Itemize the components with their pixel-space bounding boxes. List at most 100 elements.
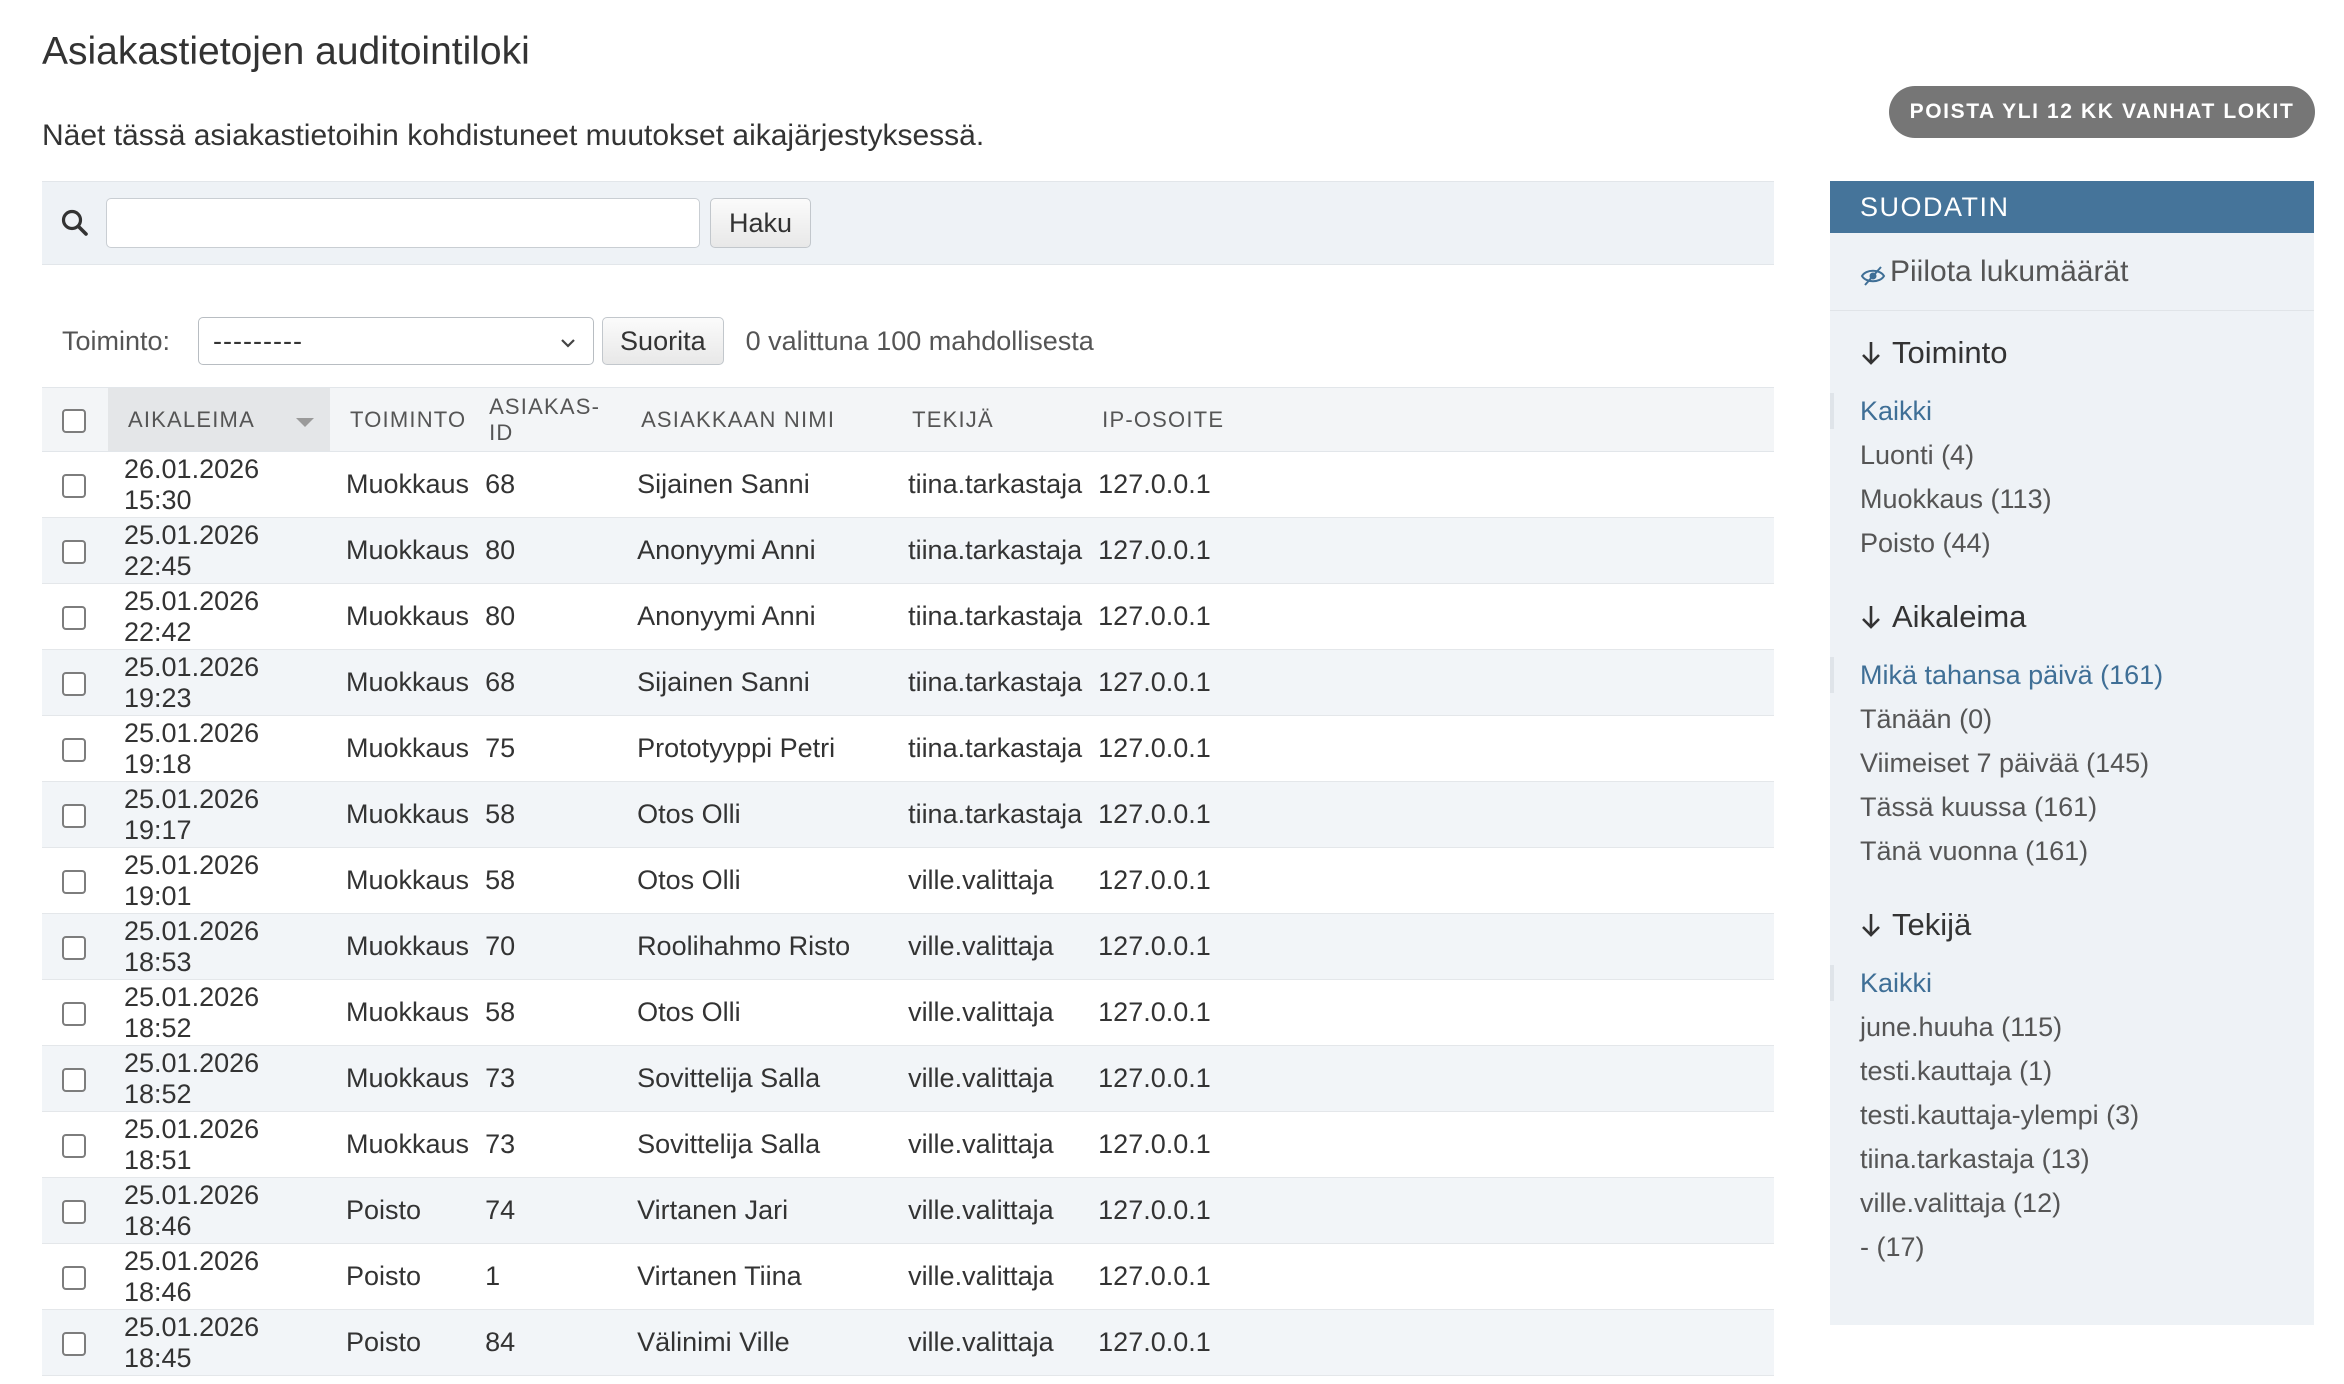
row-checkbox[interactable]: [62, 1331, 86, 1356]
filter-option[interactable]: Muokkaus (113): [1860, 477, 2314, 521]
table-row[interactable]: 25.01.2026 19:17 Muokkaus 58 Otos Olli tiina…: [42, 781, 1774, 848]
cell-timestamp[interactable]: 25.01.2026 19:01: [108, 847, 330, 914]
eye-slash-icon: [1860, 261, 1886, 286]
cell-timestamp[interactable]: 25.01.2026 18:46: [108, 1243, 330, 1310]
table-row[interactable]: 25.01.2026 18:46 Poisto 1 Virtanen Tiina vil…: [42, 1243, 1774, 1310]
cell-action: Muokkaus: [330, 649, 470, 716]
row-checkbox[interactable]: [62, 473, 86, 498]
cell-timestamp[interactable]: 25.01.2026 18:46: [108, 1177, 330, 1244]
table-row[interactable]: 25.01.2026 18:45 Poisto 84 Välinimi Ville vi…: [42, 1309, 1774, 1376]
filter-option[interactable]: june.huuha (115): [1860, 1005, 2314, 1049]
action-select-value: ---------: [213, 325, 303, 356]
filter-group-title[interactable]: Toiminto: [1860, 333, 2314, 373]
run-action-button[interactable]: Suorita: [602, 317, 724, 365]
column-header-customer-name[interactable]: Asiakkaan nimi: [621, 387, 893, 452]
filter-option[interactable]: testi.kauttaja-ylempi (3): [1860, 1093, 2314, 1137]
action-select[interactable]: ---------: [198, 317, 595, 365]
cell-timestamp[interactable]: 25.01.2026 18:52: [108, 979, 330, 1046]
filter-group-title[interactable]: Aikaleima: [1860, 597, 2314, 637]
cell-ip-address: 127.0.0.1: [1082, 583, 1774, 650]
cell-timestamp[interactable]: 25.01.2026 18:52: [108, 1045, 330, 1112]
filter-option[interactable]: testi.kauttaja (1): [1860, 1049, 2314, 1093]
filter-option[interactable]: - (17): [1860, 1225, 2314, 1269]
row-checkbox[interactable]: [62, 605, 86, 630]
page-subtitle: Näet tässä asiakastietoihin kohdistuneet…: [42, 119, 985, 152]
cell-customer-id: 68: [469, 451, 622, 518]
row-checkbox[interactable]: [62, 1133, 86, 1158]
cell-action: Muokkaus: [330, 583, 470, 650]
cell-timestamp[interactable]: 25.01.2026 19:17: [108, 781, 330, 848]
row-checkbox[interactable]: [62, 1199, 86, 1224]
search-button[interactable]: Haku: [710, 198, 812, 248]
row-select-cell: [42, 715, 108, 782]
cell-ip-address: 127.0.0.1: [1082, 979, 1774, 1046]
row-checkbox[interactable]: [62, 1067, 86, 1092]
cell-customer-id: 58: [469, 781, 622, 848]
table-row[interactable]: 25.01.2026 19:01 Muokkaus 58 Otos Olli ville…: [42, 847, 1774, 914]
table-row[interactable]: 25.01.2026 22:45 Muokkaus 80 Anonyymi Anni t…: [42, 517, 1774, 584]
filter-option[interactable]: Luonti (4): [1860, 433, 2314, 477]
cell-timestamp[interactable]: 25.01.2026 18:51: [108, 1111, 330, 1178]
filter-option[interactable]: Tässä kuussa (161): [1860, 785, 2314, 829]
column-header-timestamp[interactable]: Aikaleima: [108, 387, 330, 452]
table-row[interactable]: 25.01.2026 18:46 Poisto 74 Virtanen Jari vil…: [42, 1177, 1774, 1244]
filter-option[interactable]: Kaikki: [1830, 389, 2314, 433]
filter-option[interactable]: ville.valittaja (12): [1860, 1181, 2314, 1225]
cell-timestamp[interactable]: 25.01.2026 18:45: [108, 1309, 330, 1376]
table-row[interactable]: 25.01.2026 18:52 Muokkaus 73 Sovittelija Sa…: [42, 1045, 1774, 1112]
cell-customer-id: 73: [469, 1111, 622, 1178]
table-row[interactable]: 25.01.2026 18:52 Muokkaus 58 Otos Olli ville…: [42, 979, 1774, 1046]
table-row[interactable]: 25.01.2026 18:53 Muokkaus 70 Roolihahmo Ris…: [42, 913, 1774, 980]
column-header-ip[interactable]: IP-osoite: [1082, 387, 1774, 452]
row-checkbox[interactable]: [62, 935, 86, 960]
table-row[interactable]: 25.01.2026 18:51 Muokkaus 73 Sovittelija Sa…: [42, 1111, 1774, 1178]
cell-timestamp[interactable]: 25.01.2026 19:23: [108, 649, 330, 716]
table-row[interactable]: 25.01.2026 19:18 Muokkaus 75 Prototyyppi Pe…: [42, 715, 1774, 782]
cell-timestamp[interactable]: 25.01.2026 19:18: [108, 715, 330, 782]
column-header-label: Toiminto: [350, 406, 467, 432]
filter-group: Aikaleima Mikä tahansa päivä (161) Tänään …: [1830, 597, 2314, 873]
row-checkbox[interactable]: [62, 1001, 86, 1026]
table-row[interactable]: 25.01.2026 22:42 Muokkaus 80 Anonyymi Anni t…: [42, 583, 1774, 650]
filter-option[interactable]: tiina.tarkastaja (13): [1860, 1137, 2314, 1181]
row-checkbox[interactable]: [62, 869, 86, 894]
row-select-cell: [42, 1111, 108, 1178]
row-checkbox[interactable]: [62, 539, 86, 564]
cell-customer-name: Välinimi Ville: [621, 1309, 893, 1376]
hide-counts-link[interactable]: Piilota lukumäärät: [1830, 233, 2314, 311]
purge-old-logs-button[interactable]: POISTA YLI 12 KK VANHAT LOKIT: [1889, 86, 2315, 138]
row-checkbox[interactable]: [62, 671, 86, 696]
filter-option[interactable]: Poisto (44): [1860, 521, 2314, 565]
filter-option[interactable]: Viimeiset 7 päivää (145): [1860, 741, 2314, 785]
select-all-checkbox[interactable]: [62, 408, 86, 433]
filter-option[interactable]: Mikä tahansa päivä (161): [1830, 653, 2314, 697]
row-checkbox[interactable]: [62, 1265, 86, 1290]
row-select-cell: [42, 1243, 108, 1310]
cell-ip-address: 127.0.0.1: [1082, 715, 1774, 782]
search-input[interactable]: [106, 198, 700, 248]
cell-customer-name: Sijainen Sanni: [621, 649, 893, 716]
table-row[interactable]: 26.01.2026 15:30 Muokkaus 68 Sijainen Sanni…: [42, 451, 1774, 518]
table-row[interactable]: 25.01.2026 19:23 Muokkaus 68 Sijainen Sanni…: [42, 649, 1774, 716]
cell-timestamp[interactable]: 25.01.2026 18:53: [108, 913, 330, 980]
row-checkbox[interactable]: [62, 803, 86, 828]
column-header-label: Asiakkaan nimi: [641, 406, 836, 432]
cell-customer-id: 84: [469, 1309, 622, 1376]
column-header-customer-id[interactable]: Asiakas-ID: [469, 387, 622, 452]
column-header-label: Tekijä: [912, 406, 994, 432]
sort-desc-icon[interactable]: [296, 418, 314, 427]
column-header-actor[interactable]: Tekijä: [892, 387, 1083, 452]
filter-option[interactable]: Kaikki: [1830, 961, 2314, 1005]
filter-group-label: Tekijä: [1892, 907, 1972, 942]
filter-group-title[interactable]: Tekijä: [1860, 905, 2314, 945]
cell-timestamp[interactable]: 26.01.2026 15:30: [108, 451, 330, 518]
filter-option[interactable]: Tänään (0): [1860, 697, 2314, 741]
cell-customer-name: Roolihahmo Risto: [621, 913, 893, 980]
cell-timestamp[interactable]: 25.01.2026 22:42: [108, 583, 330, 650]
cell-customer-name: Otos Olli: [621, 847, 893, 914]
column-header-action[interactable]: Toiminto: [330, 387, 470, 452]
cell-action: Muokkaus: [330, 1045, 470, 1112]
row-checkbox[interactable]: [62, 737, 86, 762]
cell-timestamp[interactable]: 25.01.2026 22:45: [108, 517, 330, 584]
filter-option[interactable]: Tänä vuonna (161): [1860, 829, 2314, 873]
